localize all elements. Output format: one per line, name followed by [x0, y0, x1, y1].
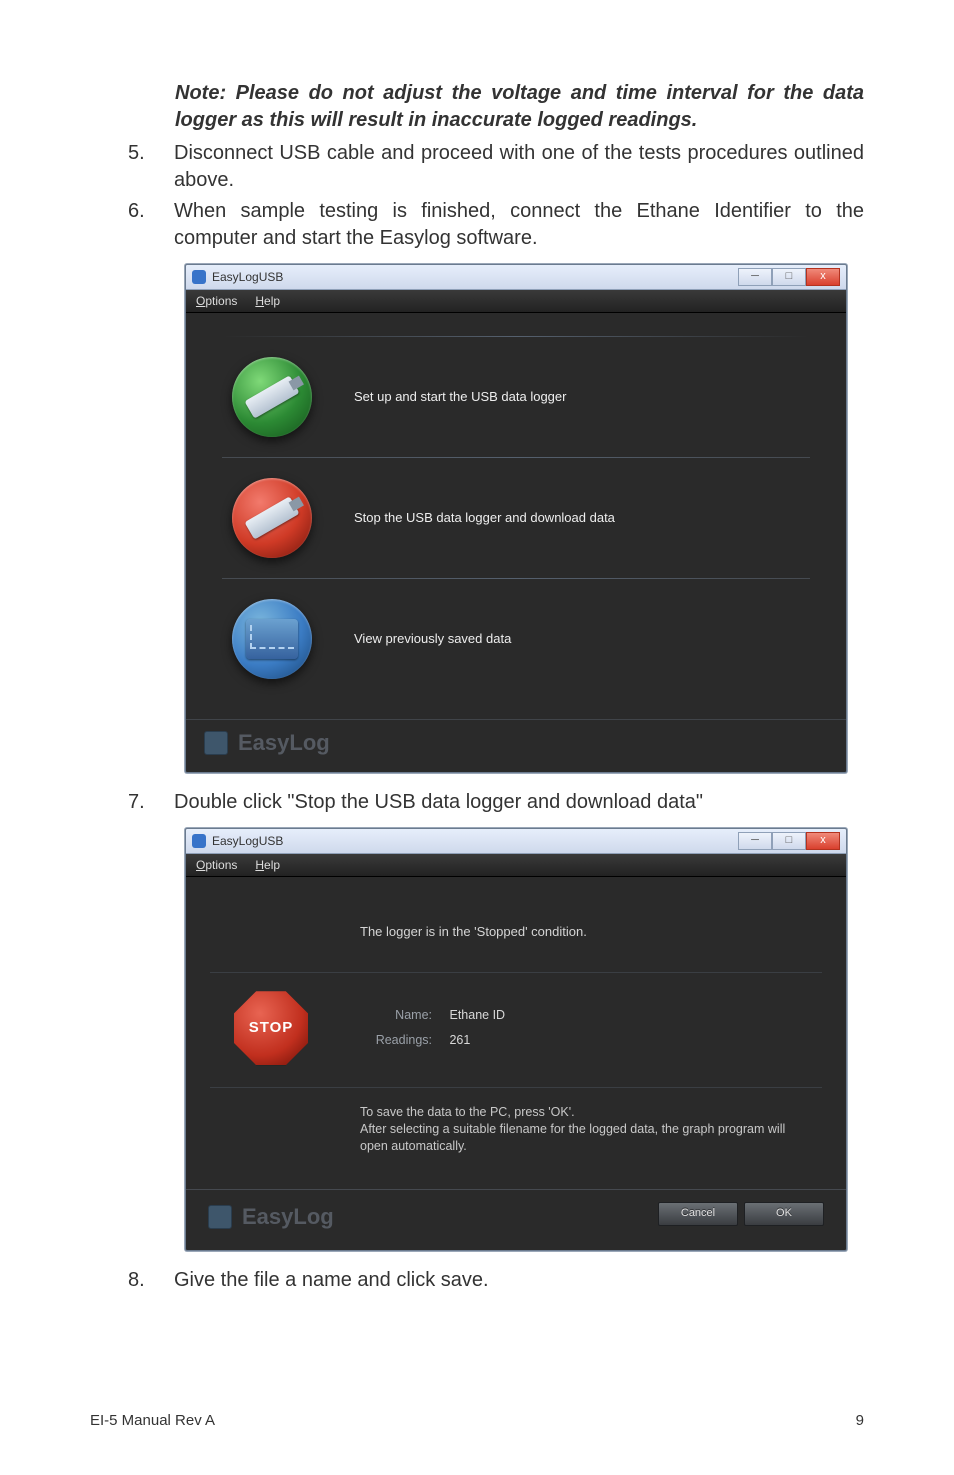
instruction-list: 5. Disconnect USB cable and proceed with…: [128, 140, 864, 252]
save-instructions: To save the data to the PC, press 'OK'. …: [210, 1088, 822, 1189]
app-icon: [192, 834, 206, 848]
instr-line-1: To save the data to the PC, press 'OK'.: [360, 1104, 812, 1121]
name-value: Ethane ID: [449, 1008, 505, 1022]
start-logger-icon: [232, 357, 312, 437]
name-label: Name:: [358, 1007, 432, 1024]
step-number: 8.: [128, 1267, 174, 1294]
screenshot-easylog-main: EasyLogUSB ─ □ x Options Help Set up and…: [185, 264, 847, 773]
maximize-button[interactable]: □: [772, 832, 806, 850]
app-icon: [192, 270, 206, 284]
screenshot-easylog-stop: EasyLogUSB ─ □ x Options Help The logger…: [185, 828, 847, 1251]
menu-help[interactable]: Help: [255, 293, 280, 309]
menu-options[interactable]: Options: [196, 857, 237, 873]
step-text: Disconnect USB cable and proceed with on…: [174, 140, 864, 194]
step-number: 5.: [128, 140, 174, 194]
minimize-button[interactable]: ─: [738, 268, 772, 286]
page-footer: EI-5 Manual Rev A 9: [90, 1411, 864, 1431]
info-row: STOP Name: Ethane ID Readings: 261: [210, 973, 822, 1088]
instruction-list-3: 8. Give the file a name and click save.: [128, 1267, 864, 1294]
readings-label: Readings:: [358, 1032, 432, 1049]
instruction-list-2: 7. Double click "Stop the USB data logge…: [128, 789, 864, 816]
logo-icon: [208, 1205, 232, 1229]
menubar: Options Help: [186, 290, 846, 313]
step-text: When sample testing is finished, connect…: [174, 198, 864, 252]
main-content: The logger is in the 'Stopped' condition…: [186, 877, 846, 1189]
maximize-button[interactable]: □: [772, 268, 806, 286]
titlebar: EasyLogUSB ─ □ x: [186, 265, 846, 290]
row-stop-download[interactable]: Stop the USB data logger and download da…: [222, 457, 810, 578]
stop-logger-icon: [232, 478, 312, 558]
close-button[interactable]: x: [806, 832, 840, 850]
footer-logo: EasyLog: [208, 1202, 334, 1232]
menubar: Options Help: [186, 854, 846, 877]
menu-help[interactable]: Help: [255, 857, 280, 873]
step-text: Double click "Stop the USB data logger a…: [174, 789, 864, 816]
step-8: 8. Give the file a name and click save.: [128, 1267, 864, 1294]
row-label: Stop the USB data logger and download da…: [354, 509, 615, 527]
step-number: 7.: [128, 789, 174, 816]
step-7: 7. Double click "Stop the USB data logge…: [128, 789, 864, 816]
view-data-icon: [232, 599, 312, 679]
step-text: Give the file a name and click save.: [174, 1267, 864, 1294]
stop-sign: STOP: [234, 991, 308, 1065]
close-button[interactable]: x: [806, 268, 840, 286]
step-6: 6. When sample testing is finished, conn…: [128, 198, 864, 252]
ok-button[interactable]: OK: [744, 1202, 824, 1226]
window-title: EasyLogUSB: [212, 833, 283, 849]
window-title: EasyLogUSB: [212, 269, 283, 285]
footer-logo: EasyLog: [186, 719, 846, 772]
menu-options[interactable]: Options: [196, 293, 237, 309]
status-message: The logger is in the 'Stopped' condition…: [210, 899, 822, 974]
logger-info: Name: Ethane ID Readings: 261: [358, 999, 505, 1057]
minimize-button[interactable]: ─: [738, 832, 772, 850]
dialog-footer: EasyLog Cancel OK: [186, 1189, 846, 1250]
page-number: 9: [856, 1411, 864, 1431]
logo-icon: [204, 731, 228, 755]
row-label: Set up and start the USB data logger: [354, 388, 566, 406]
step-5: 5. Disconnect USB cable and proceed with…: [128, 140, 864, 194]
step-number: 6.: [128, 198, 174, 252]
titlebar: EasyLogUSB ─ □ x: [186, 829, 846, 854]
note-text: Note: Please do not adjust the voltage a…: [175, 80, 864, 134]
cancel-button[interactable]: Cancel: [658, 1202, 738, 1226]
logo-text: EasyLog: [238, 728, 330, 758]
row-label: View previously saved data: [354, 630, 511, 648]
logo-text: EasyLog: [242, 1202, 334, 1232]
stop-icon: STOP: [234, 991, 308, 1065]
main-content: Set up and start the USB data logger Sto…: [186, 313, 846, 719]
row-setup-logger[interactable]: Set up and start the USB data logger: [222, 337, 810, 457]
row-view-saved[interactable]: View previously saved data: [222, 578, 810, 699]
instr-line-2: After selecting a suitable filename for …: [360, 1121, 812, 1155]
footer-manual-ref: EI-5 Manual Rev A: [90, 1411, 215, 1431]
readings-value: 261: [449, 1033, 470, 1047]
